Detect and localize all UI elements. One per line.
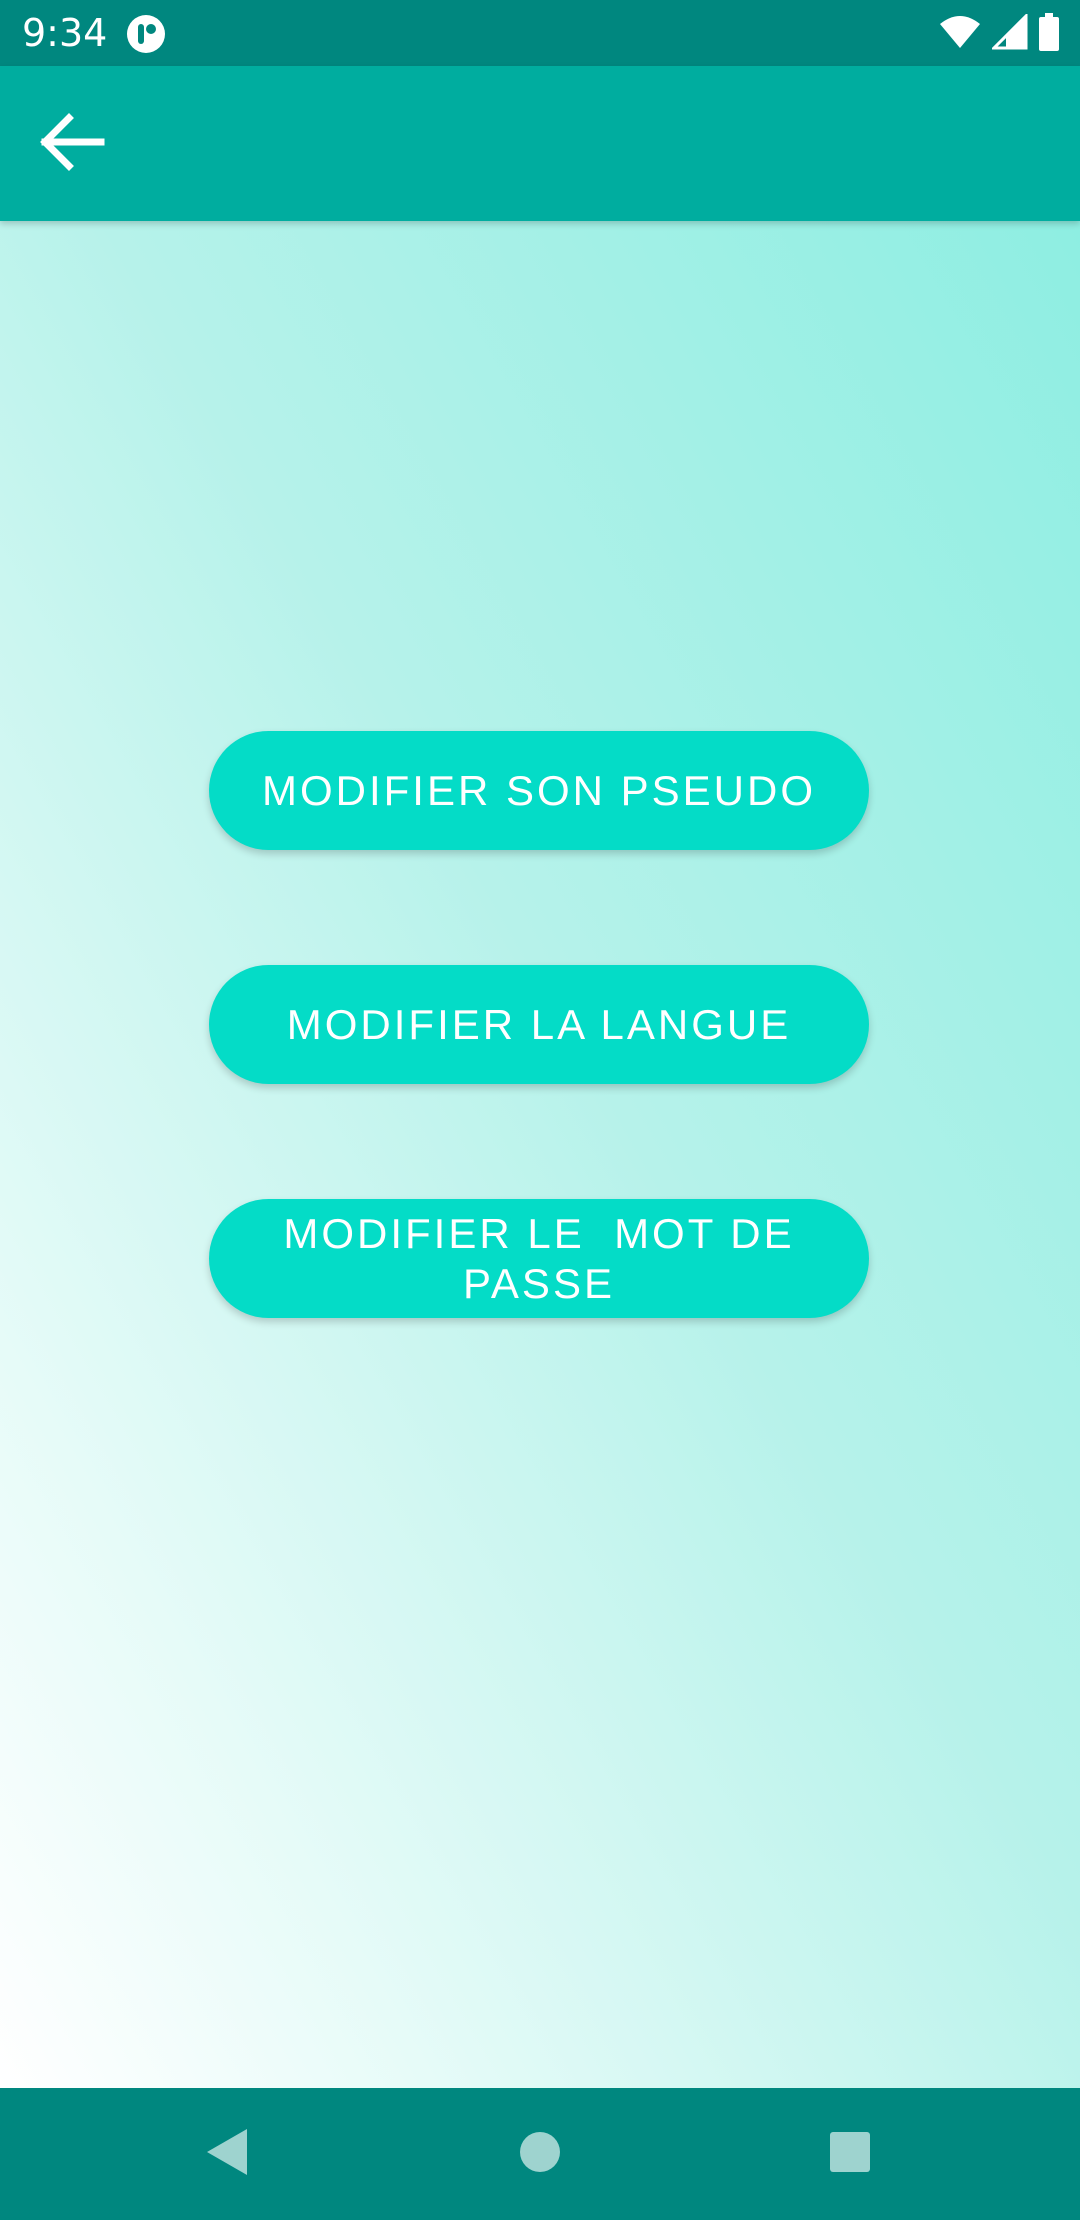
wifi-icon <box>938 14 982 55</box>
status-time: 9:34 <box>22 11 108 55</box>
arrow-back-icon <box>37 107 107 182</box>
screen: 9:34 MODIFIER SON PSEUDO MODIFIER LA LAN… <box>0 0 1080 2220</box>
change-nickname-button[interactable]: MODIFIER SON PSEUDO <box>209 731 869 850</box>
nav-back-icon <box>203 2127 249 2182</box>
app-notification-icon <box>126 14 166 54</box>
cell-signal-icon <box>990 11 1028 55</box>
nav-back-button[interactable] <box>186 2114 266 2194</box>
app-bar <box>0 66 1080 221</box>
change-language-button[interactable]: MODIFIER LA LANGUE <box>209 965 869 1084</box>
nav-home-icon <box>518 2130 562 2179</box>
nav-home-button[interactable] <box>500 2114 580 2194</box>
battery-icon <box>1038 12 1060 56</box>
navigation-bar <box>0 2088 1080 2220</box>
nav-recents-button[interactable] <box>810 2114 890 2194</box>
status-bar: 9:34 <box>0 0 1080 66</box>
status-icons <box>938 11 1060 56</box>
nav-recents-icon <box>829 2131 871 2178</box>
back-button[interactable] <box>30 102 114 186</box>
change-password-button[interactable]: MODIFIER LE MOT DE PASSE <box>209 1199 869 1318</box>
settings-content: MODIFIER SON PSEUDO MODIFIER LA LANGUE M… <box>0 221 1080 2088</box>
